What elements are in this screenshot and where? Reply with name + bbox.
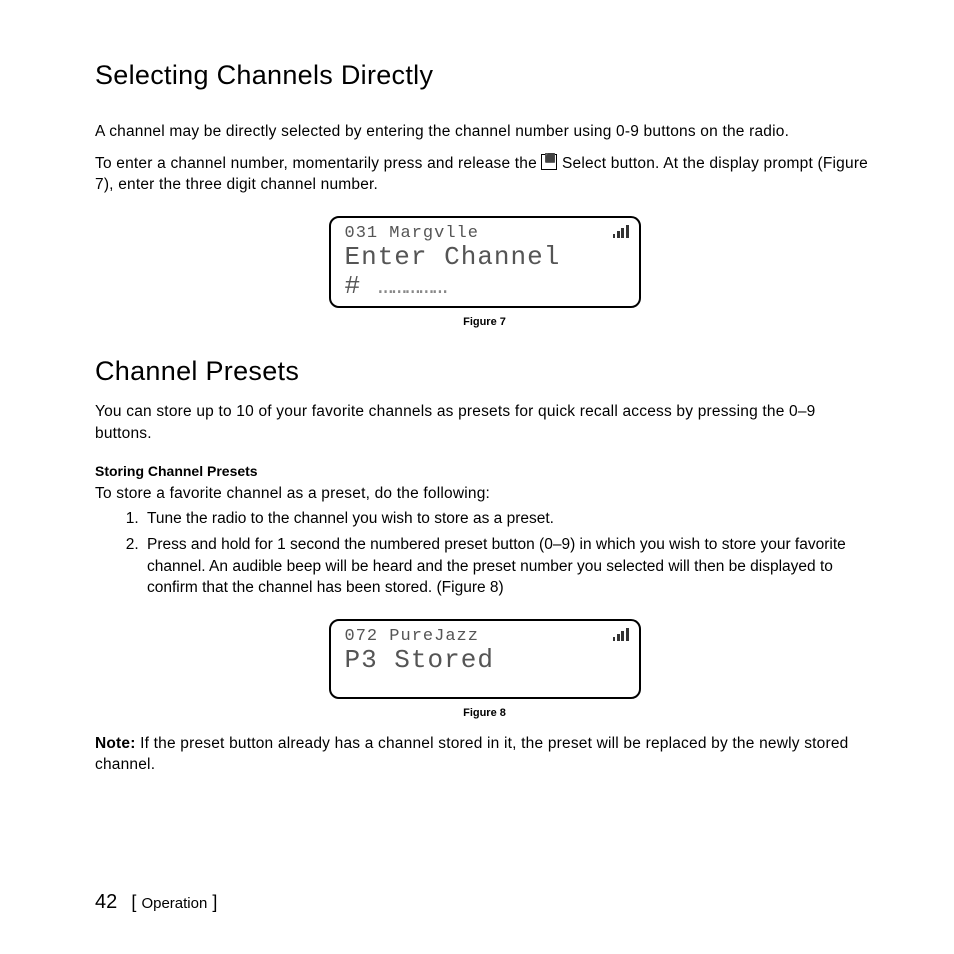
lcd-display: 072 PureJazz P3 Stored [329,619,641,699]
note-label: Note: [95,735,136,752]
lcd-display: 031 Margvlle Enter Channel # [329,216,641,308]
signal-icon [613,226,629,238]
bracket-open: [ [131,892,141,912]
lcd-top-line: 072 PureJazz [345,627,625,646]
lcd-cursor-dots [378,271,446,301]
paragraph: A channel may be directly selected by en… [95,121,874,143]
lcd-hash: # [345,271,378,301]
manual-page: Selecting Channels Directly A channel ma… [0,0,954,954]
section-name: Operation [141,895,207,912]
figure-7-caption: Figure 7 [95,316,874,328]
page-number: 42 [95,891,117,913]
subheading-storing-presets: Storing Channel Presets [95,463,874,479]
signal-icon [613,629,629,641]
paragraph: To enter a channel number, momentarily p… [95,153,874,196]
note-text: If the preset button already has a chann… [95,735,849,774]
bracket-close: ] [207,892,217,912]
heading-channel-presets: Channel Presets [95,356,874,387]
lcd-main-line: P3 Stored [345,646,625,675]
heading-selecting-channels: Selecting Channels Directly [95,60,874,91]
list-item: Press and hold for 1 second the numbered… [143,534,874,599]
steps-list: Tune the radio to the channel you wish t… [95,508,874,599]
page-footer: 42 [ Operation ] [95,891,217,914]
select-button-icon [541,154,557,170]
lcd-top-line: 031 Margvlle [345,224,625,243]
text-fragment: To enter a channel number, momentarily p… [95,155,541,172]
list-item: Tune the radio to the channel you wish t… [143,508,874,530]
lcd-main-line: Enter Channel [345,243,625,272]
figure-8-caption: Figure 8 [95,707,874,719]
paragraph: To store a favorite channel as a preset,… [95,483,874,505]
lcd-prompt-line: # [345,272,625,301]
figure-8: 072 PureJazz P3 Stored [95,619,874,699]
note-paragraph: Note: If the preset button already has a… [95,733,874,776]
figure-7: 031 Margvlle Enter Channel # [95,216,874,308]
paragraph: You can store up to 10 of your favorite … [95,401,874,444]
